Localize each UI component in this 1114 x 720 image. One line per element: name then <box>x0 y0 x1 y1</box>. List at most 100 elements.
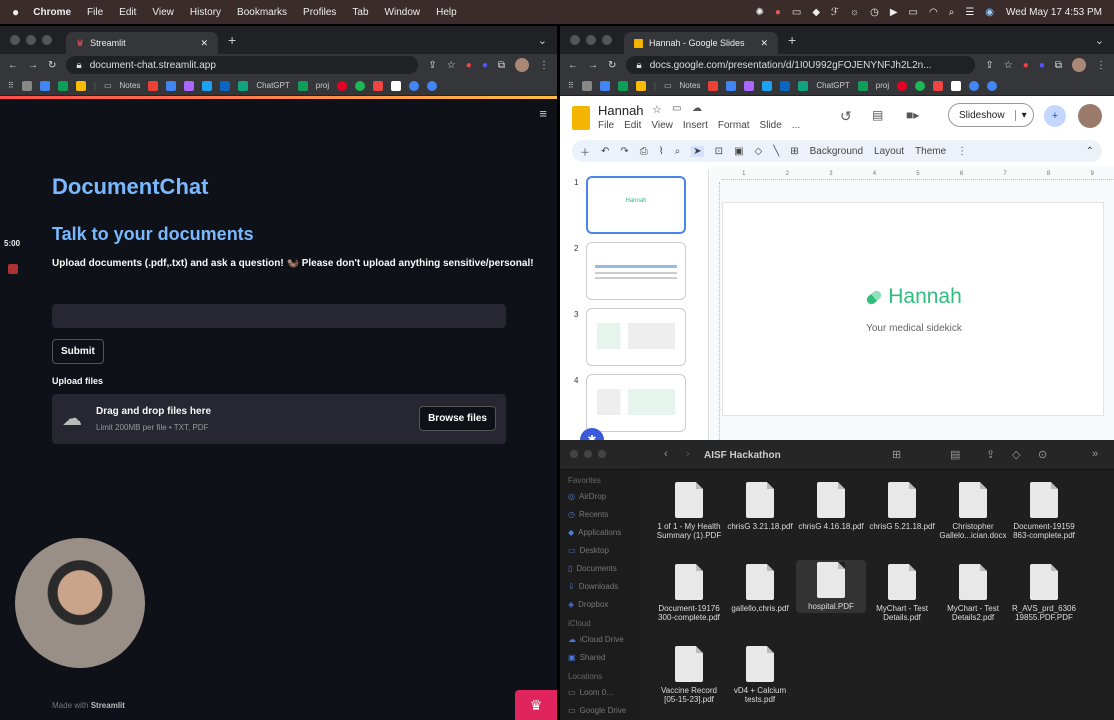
file-item[interactable]: chrisG 4.16.18.pdf <box>796 482 866 531</box>
theme-button[interactable]: Theme <box>915 146 946 157</box>
menu-window[interactable]: Window <box>385 7 421 18</box>
file-item[interactable]: Vaccine Record [05-15-23].pdf <box>654 646 724 704</box>
menubar-clock[interactable]: Wed May 17 4:53 PM <box>1006 7 1102 18</box>
slideshow-label[interactable]: Slideshow <box>949 110 1015 121</box>
bookmark-notes[interactable]: Notes <box>120 81 141 90</box>
sidebar-item-icloud-drive[interactable]: ☁ iCloud Drive <box>568 630 640 648</box>
chrome-menu-icon[interactable]: ⋮ <box>539 60 549 71</box>
drive-icon[interactable] <box>635 80 646 91</box>
select-cursor-icon[interactable]: ➤ <box>691 145 704 157</box>
group-icon[interactable]: ▤ <box>950 448 960 461</box>
file-item[interactable]: Christopher Gallelo...ician.docx <box>938 482 1008 540</box>
account-avatar[interactable] <box>1078 104 1102 128</box>
zoom-window-icon[interactable] <box>42 35 52 45</box>
amazon-icon[interactable] <box>951 80 962 91</box>
menu-tab[interactable]: Tab <box>352 7 368 18</box>
redo-icon[interactable]: ↷ <box>620 146 628 157</box>
search-icon[interactable]: ⌕ <box>949 7 955 18</box>
docs-icon[interactable] <box>39 80 50 91</box>
profile-avatar[interactable] <box>515 58 529 72</box>
layout-button[interactable]: Layout <box>874 146 904 157</box>
gmail-icon[interactable] <box>708 80 719 91</box>
battery-icon[interactable]: ▭ <box>909 7 918 18</box>
view-grid-icon[interactable]: ⊞ <box>892 448 901 461</box>
new-slide-icon[interactable]: ＋ <box>580 144 590 159</box>
script-icon[interactable]: ℱ <box>831 7 839 18</box>
file-item[interactable]: MyChart - Test Details2.pdf <box>938 564 1008 622</box>
twitter-icon[interactable] <box>762 80 773 91</box>
textbox-icon[interactable]: ⊡ <box>715 146 723 157</box>
cloud-status-icon[interactable]: ☁ <box>692 103 702 114</box>
sheets-icon[interactable] <box>617 80 628 91</box>
bookmark-star-icon[interactable]: ☆ <box>1004 60 1013 71</box>
share-add-person-icon[interactable]: + <box>1044 105 1066 127</box>
undo-icon[interactable]: ↶ <box>601 146 609 157</box>
reload-icon[interactable]: ↻ <box>48 60 56 71</box>
version-history-icon[interactable]: ↺ <box>840 108 852 125</box>
doc-title[interactable]: Hannah <box>598 103 644 118</box>
sidebar-item-applications[interactable]: ◆ Applications <box>568 523 640 541</box>
forward-icon[interactable]: → <box>28 60 38 71</box>
shape-icon[interactable]: ◇ <box>755 146 763 157</box>
close-tab-icon[interactable]: ✕ <box>200 38 208 49</box>
window-controls[interactable] <box>10 35 52 45</box>
extension-icon[interactable]: ● <box>1039 60 1045 71</box>
menu-profiles[interactable]: Profiles <box>303 7 336 18</box>
chevron-down-icon[interactable]: ▾ <box>1014 109 1033 121</box>
chrome-menu-icon[interactable]: ⋮ <box>1096 60 1106 71</box>
sidebar-item-documents[interactable]: ▯ Documents <box>568 559 640 577</box>
apps-grid-icon[interactable]: ⠿ <box>568 81 574 90</box>
apps-grid-icon[interactable]: ⠿ <box>8 81 14 90</box>
minimize-window-icon[interactable] <box>586 35 596 45</box>
calendar-icon[interactable] <box>166 80 177 91</box>
amazon-icon[interactable] <box>391 80 402 91</box>
slide-thumbnail-2[interactable] <box>586 242 686 300</box>
extension-icon[interactable]: ● <box>482 60 488 71</box>
file-item[interactable]: vD4 + Calcium tests.pdf <box>725 646 795 704</box>
profile-avatar[interactable] <box>1072 58 1086 72</box>
linkedin-icon[interactable] <box>780 80 791 91</box>
bookmark-chatgpt[interactable]: ChatGPT <box>816 81 849 90</box>
comment-add-icon[interactable]: ⊞ <box>790 146 798 157</box>
file-item[interactable]: chrisG 5.21.18.pdf <box>867 482 937 531</box>
calendar-icon[interactable] <box>726 80 737 91</box>
keyboard-icon[interactable]: ▭ <box>792 7 801 18</box>
close-window-icon[interactable] <box>570 450 578 458</box>
meet-camera-icon[interactable]: ■▸ <box>906 108 919 122</box>
slides-menu-file[interactable]: File <box>598 120 614 131</box>
file-item[interactable]: 1 of 1 - My Health Summary (1).PDF <box>654 482 724 540</box>
chatgpt-icon[interactable] <box>238 80 249 91</box>
slides-logo-icon[interactable] <box>572 106 590 130</box>
file-item[interactable]: Document-19176 300-complete.pdf <box>654 564 724 622</box>
bookmark-icon[interactable] <box>933 80 944 91</box>
control-center-icon[interactable]: ☰ <box>965 7 974 18</box>
finder-back-icon[interactable]: ‹ <box>664 448 668 460</box>
sheets-icon[interactable] <box>857 80 868 91</box>
sidebar-item-airdrop[interactable]: ◎ AirDrop <box>568 487 640 505</box>
play-icon[interactable]: ▶ <box>890 7 898 18</box>
clock-icon[interactable]: ◷ <box>870 7 879 18</box>
window-controls[interactable] <box>570 450 606 458</box>
reload-icon[interactable]: ↻ <box>608 60 616 71</box>
window-controls[interactable] <box>570 35 612 45</box>
finder-forward-icon[interactable]: › <box>686 448 690 460</box>
bookmark-icon[interactable] <box>581 80 592 91</box>
tab-search-icon[interactable]: ⌄ <box>538 34 547 47</box>
sidebar-item-shared[interactable]: ▣ Shared <box>568 648 640 666</box>
drive-icon[interactable] <box>75 80 86 91</box>
extension-icon[interactable]: ● <box>1023 60 1029 71</box>
minimize-window-icon[interactable] <box>26 35 36 45</box>
slides-menu-edit[interactable]: Edit <box>624 120 641 131</box>
twitter-icon[interactable] <box>202 80 213 91</box>
streamlit-crown-icon[interactable]: ♛ <box>515 690 557 720</box>
menu-app-name[interactable]: Chrome <box>33 7 71 18</box>
slide-canvas[interactable]: Hannah Your medical sidekick <box>722 202 1104 416</box>
tab-search-icon[interactable]: ⌄ <box>1095 34 1104 47</box>
tag-icon[interactable]: ◇ <box>1012 448 1020 461</box>
tab-google-slides[interactable]: Hannah - Google Slides ✕ <box>624 32 778 54</box>
url-field[interactable]: 🔒︎ document-chat.streamlit.app <box>66 56 419 74</box>
bookmark-icon[interactable] <box>373 80 384 91</box>
minimize-window-icon[interactable] <box>584 450 592 458</box>
submit-button[interactable]: Submit <box>52 339 104 364</box>
menu-history[interactable]: History <box>190 7 221 18</box>
